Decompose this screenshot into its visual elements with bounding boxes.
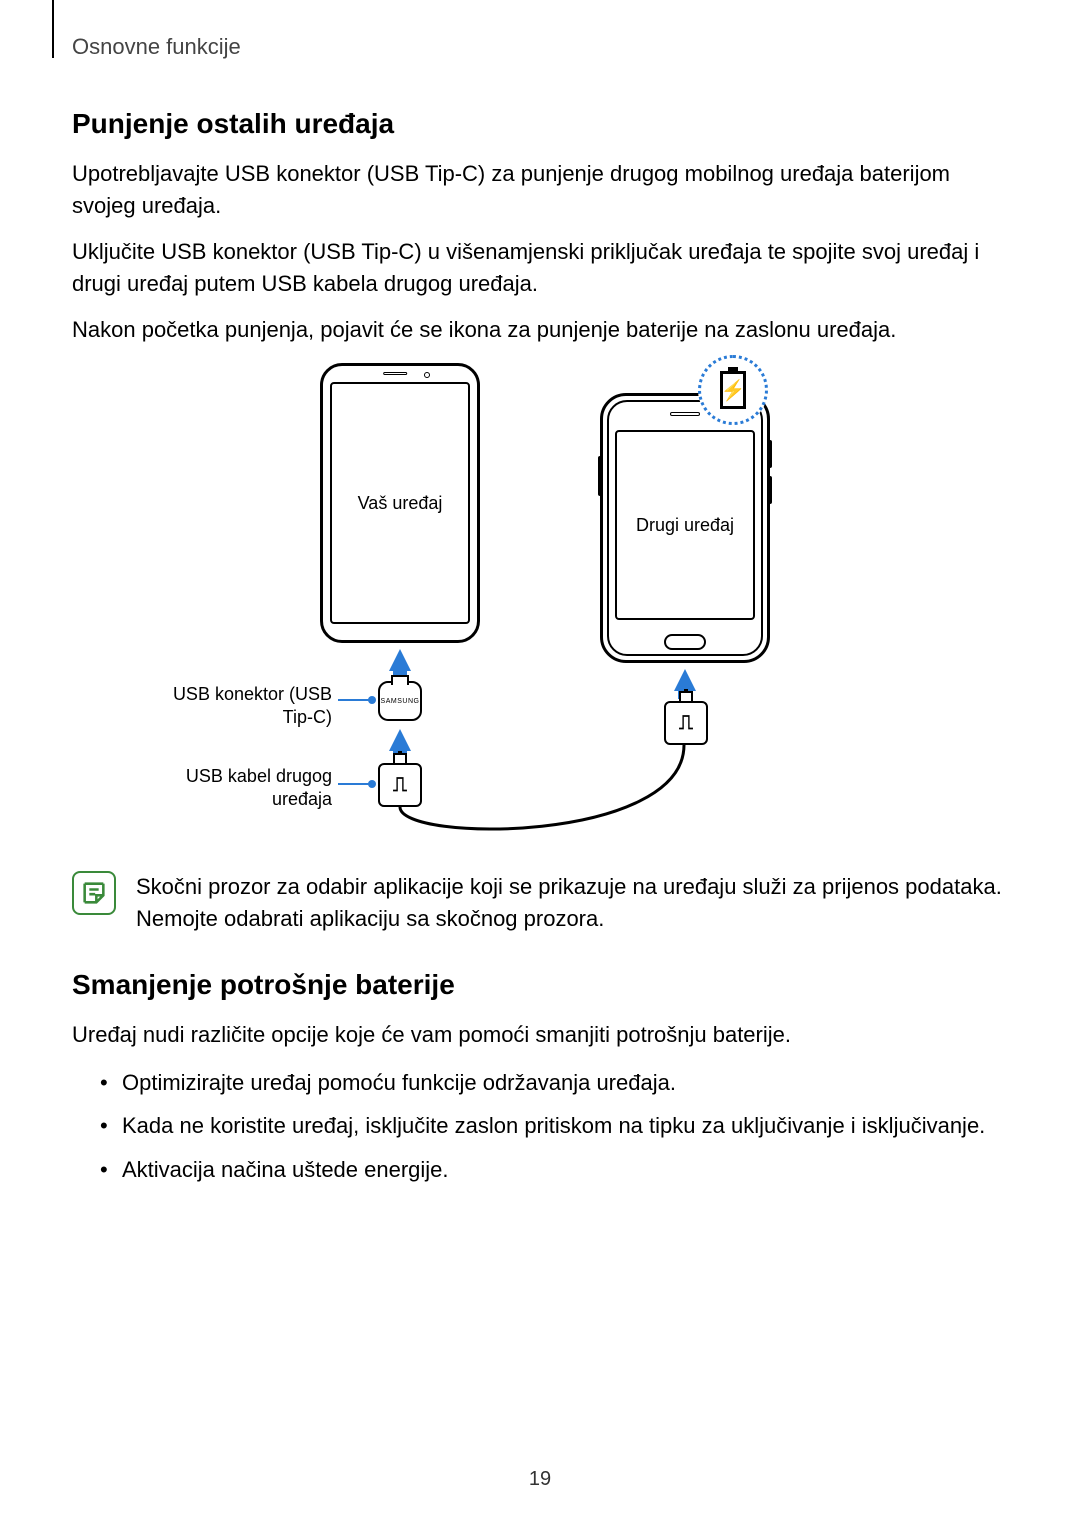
list-item: Optimizirajte uređaj pomoću funkcije odr… — [100, 1065, 1008, 1100]
arrow-icon — [674, 669, 696, 691]
arrow-icon — [389, 649, 411, 671]
section1-p3: Nakon početka punjenja, pojavit će se ik… — [72, 314, 1008, 346]
samsung-text: SAMSUNG — [381, 698, 420, 705]
your-device-illustration: Vaš uređaj — [320, 363, 480, 643]
bullet-list: Optimizirajte uređaj pomoću funkcije odr… — [72, 1065, 1008, 1187]
page-number: 19 — [0, 1468, 1080, 1491]
usb-connector-label: USB konektor (USB Tip-C) — [152, 683, 332, 728]
list-item: Aktivacija načina uštede energije. — [100, 1152, 1008, 1187]
battery-icon: ⚡ — [720, 371, 746, 409]
cable-icon — [396, 745, 688, 845]
usb-c-connector-icon: SAMSUNG — [378, 681, 422, 721]
header-rule — [52, 0, 54, 58]
other-device-label: Drugi uređaj — [615, 430, 755, 620]
other-device-illustration: Drugi uređaj — [600, 393, 770, 663]
leader-line — [338, 699, 374, 701]
your-device-label: Vaš uređaj — [330, 382, 470, 624]
section1-p2: Uključite USB konektor (USB Tip-C) u viš… — [72, 236, 1008, 300]
usb-plug-icon: ⎍ — [664, 701, 708, 745]
note-text: Skočni prozor za odabir aplikacije koji … — [136, 871, 1008, 935]
leader-line — [338, 783, 374, 785]
section2-title: Smanjenje potrošnje baterije — [72, 969, 1008, 1001]
usb-glyph-icon: ⎍ — [679, 712, 693, 735]
page: Osnovne funkcije Punjenje ostalih uređaj… — [0, 0, 1080, 1527]
charging-halo-icon: ⚡ — [698, 355, 768, 425]
section2-intro: Uređaj nudi različite opcije koje će vam… — [72, 1019, 1008, 1051]
list-item: Kada ne koristite uređaj, isključite zas… — [100, 1108, 1008, 1143]
section1-p1: Upotrebljavajte USB konektor (USB Tip-C)… — [72, 158, 1008, 222]
bolt-icon: ⚡ — [721, 378, 746, 403]
note-block: Skočni prozor za odabir aplikacije koji … — [72, 871, 1008, 935]
charging-diagram: Vaš uređaj Drugi uređaj ⚡ SAMSUNG ⎍ ⎍ US… — [110, 363, 970, 843]
page-header: Osnovne funkcije — [72, 34, 1008, 60]
usb-cable-label: USB kabel drugog uređaja — [152, 765, 332, 810]
note-icon — [72, 871, 116, 915]
section1-title: Punjenje ostalih uređaja — [72, 108, 1008, 140]
